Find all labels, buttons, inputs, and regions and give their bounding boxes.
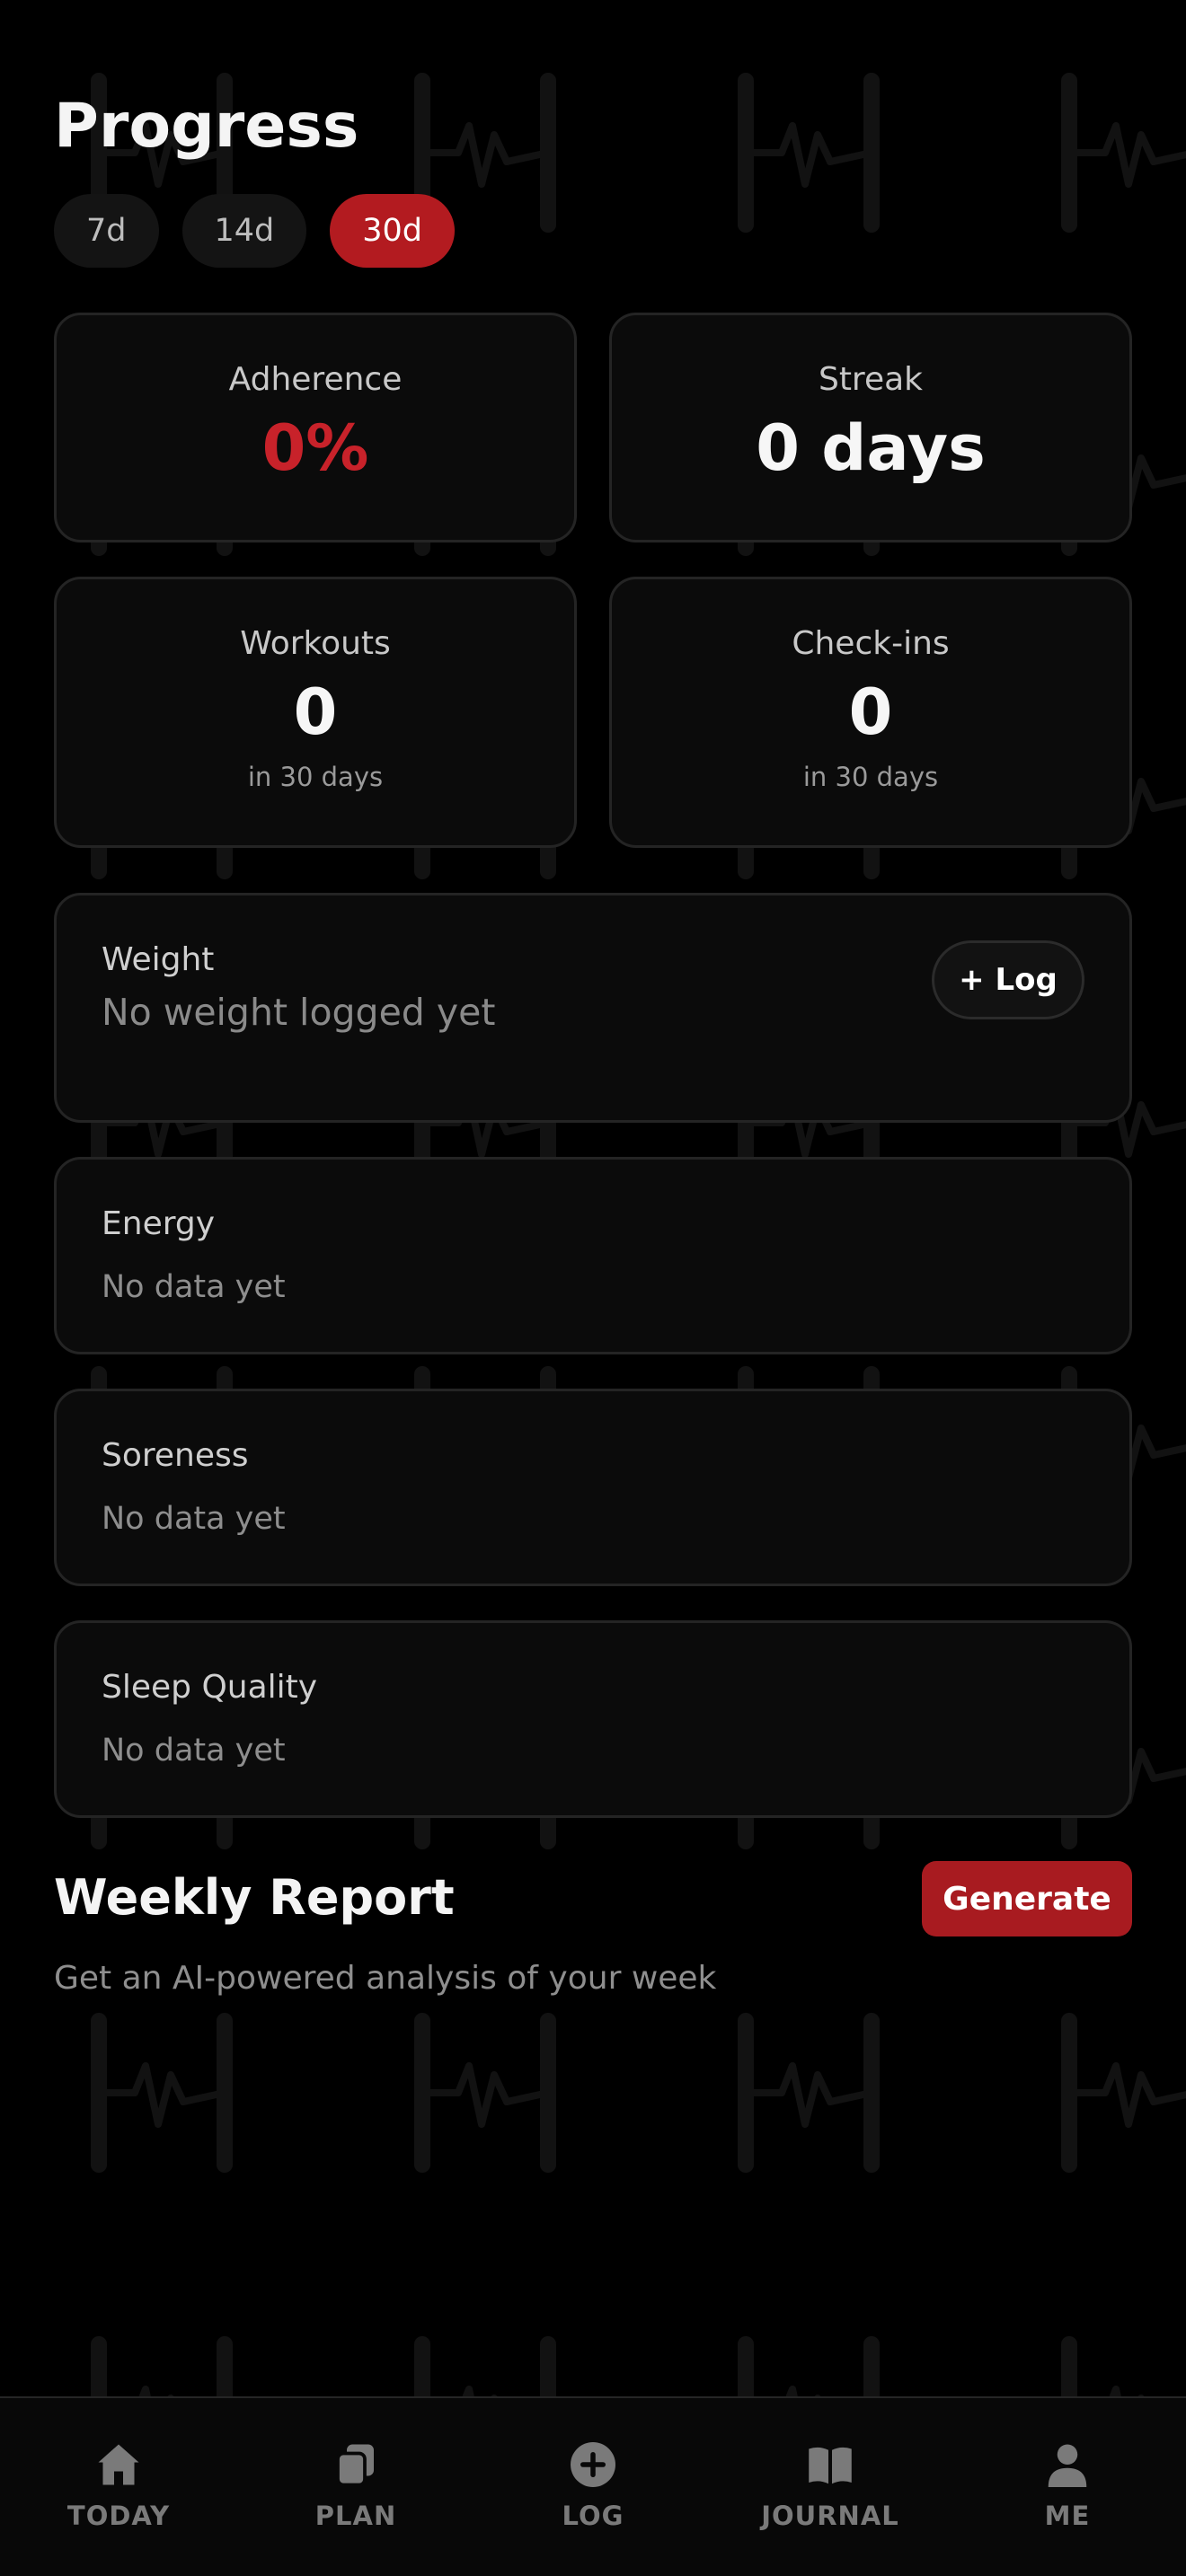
soreness-card: Soreness No data yet	[54, 1389, 1132, 1586]
workouts-sub: in 30 days	[247, 762, 384, 792]
weight-card: Weight No weight logged yet + Log	[54, 893, 1132, 1123]
energy-card: Energy No data yet	[54, 1157, 1132, 1354]
soreness-empty-text: No data yet	[102, 1501, 286, 1537]
energy-empty-text: No data yet	[102, 1269, 286, 1305]
streak-label: Streak	[818, 361, 924, 398]
tab-me[interactable]: ME	[969, 2398, 1166, 2531]
sleep-quality-empty-text: No data yet	[102, 1733, 286, 1769]
progress-screen: Progress 7d 14d 30d Adherence 0% Streak …	[0, 0, 1186, 2576]
tab-plan[interactable]: PLAN	[257, 2398, 455, 2531]
workouts-label: Workouts	[240, 625, 391, 662]
tab-log[interactable]: LOG	[494, 2398, 692, 2531]
tab-plan-label: PLAN	[314, 2501, 397, 2531]
energy-label: Energy	[102, 1205, 216, 1242]
checkins-sub: in 30 days	[802, 762, 939, 792]
range-pill-14d[interactable]: 14d	[181, 194, 307, 268]
adherence-value: 0%	[261, 411, 369, 485]
tab-journal[interactable]: JOURNAL	[731, 2398, 929, 2531]
page-title: Progress	[54, 91, 359, 162]
checkins-card: Check-ins 0 in 30 days	[609, 577, 1132, 848]
adherence-label: Adherence	[228, 361, 403, 398]
adherence-card: Adherence 0%	[54, 313, 577, 543]
tab-today[interactable]: TODAY	[20, 2398, 217, 2531]
person-icon	[1048, 2444, 1087, 2487]
tab-me-label: ME	[1044, 2501, 1091, 2531]
streak-card: Streak 0 days	[609, 313, 1132, 543]
checkins-label: Check-ins	[792, 625, 950, 662]
tab-journal-label: JOURNAL	[761, 2501, 899, 2531]
soreness-label: Soreness	[102, 1437, 249, 1474]
book-icon	[809, 2447, 852, 2484]
home-icon	[98, 2444, 139, 2485]
range-pill-30d[interactable]: 30d	[330, 194, 456, 268]
cards-icon	[336, 2444, 374, 2487]
add-circle-icon	[571, 2442, 615, 2487]
range-selector: 7d 14d 30d	[54, 194, 456, 268]
range-pill-7d[interactable]: 7d	[54, 194, 159, 268]
bottom-tab-bar: TODAY PLAN LOG JOURNAL ME	[0, 2396, 1186, 2576]
weight-empty-text: No weight logged yet	[102, 991, 496, 1034]
generate-report-button[interactable]: Generate	[922, 1861, 1132, 1936]
tab-today-label: TODAY	[66, 2501, 171, 2531]
workouts-card: Workouts 0 in 30 days	[54, 577, 577, 848]
sleep-quality-label: Sleep Quality	[102, 1669, 318, 1706]
tab-log-label: LOG	[562, 2501, 624, 2531]
log-weight-button[interactable]: + Log	[932, 940, 1084, 1019]
workouts-value: 0	[293, 675, 338, 749]
weekly-report-subtitle: Get an AI-powered analysis of your week	[54, 1960, 717, 1997]
checkins-value: 0	[848, 675, 893, 749]
weekly-report-title: Weekly Report	[54, 1869, 455, 1926]
sleep-quality-card: Sleep Quality No data yet	[54, 1620, 1132, 1818]
streak-value: 0 days	[756, 411, 986, 485]
weight-label: Weight	[102, 941, 215, 978]
